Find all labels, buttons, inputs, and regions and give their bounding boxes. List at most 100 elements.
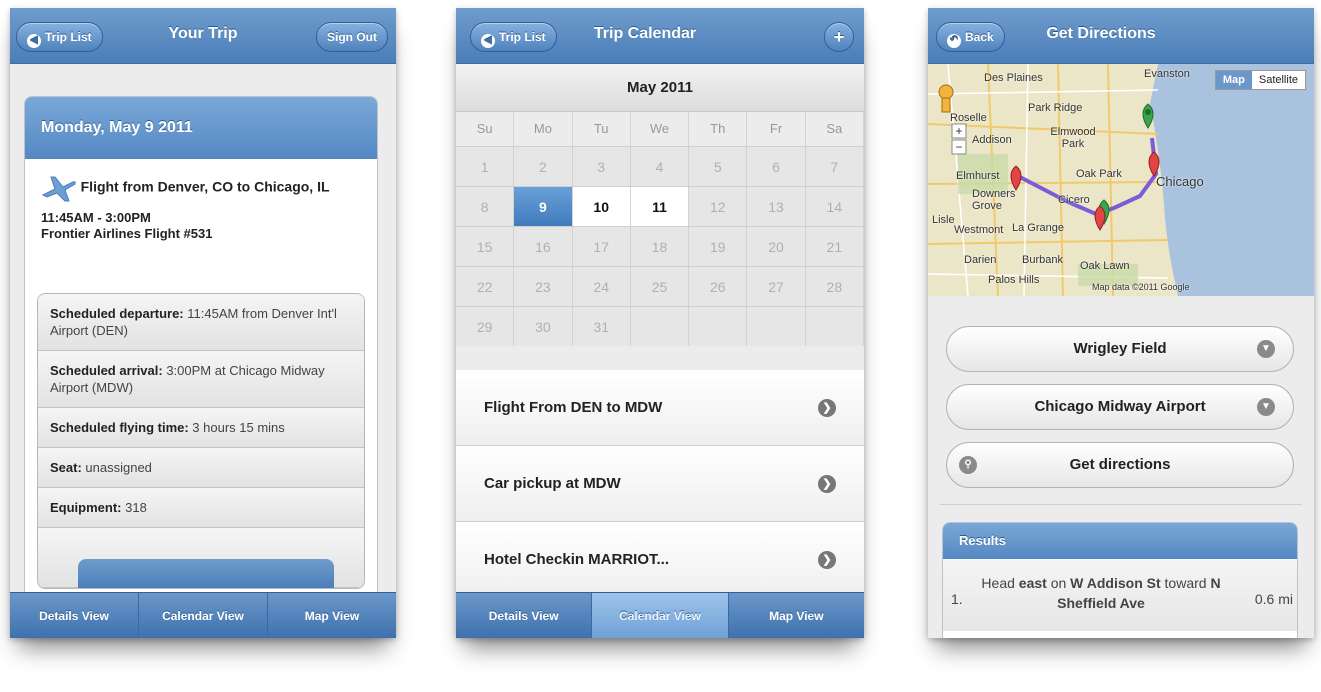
calendar-day[interactable]: 27 bbox=[747, 267, 806, 306]
calendar-day[interactable]: 29 bbox=[456, 307, 515, 346]
destination-select[interactable]: Chicago Midway Airport ▼ bbox=[946, 384, 1294, 430]
calendar-day[interactable]: 3 bbox=[572, 147, 631, 186]
bottom-tab-bar: Details View Calendar View Map View bbox=[456, 592, 864, 638]
event-item[interactable]: Flight From DEN to MDW ❯ bbox=[456, 370, 864, 446]
calendar-day[interactable]: 18 bbox=[630, 227, 690, 266]
map-label: Evanston bbox=[1144, 68, 1190, 80]
map-label: Westmont bbox=[954, 224, 1004, 236]
calendar-day[interactable]: 22 bbox=[456, 267, 515, 306]
detail-seat: Seat: unassigned bbox=[38, 448, 364, 488]
event-label: Car pickup at MDW bbox=[484, 475, 621, 492]
calendar-day[interactable]: 1 bbox=[456, 147, 515, 186]
page-title: Trip Calendar bbox=[593, 25, 697, 42]
calendar-day[interactable]: 20 bbox=[747, 227, 806, 266]
calendar-day[interactable]: 21 bbox=[805, 227, 864, 266]
origin-select[interactable]: Wrigley Field ▼ bbox=[946, 326, 1294, 372]
calendar-week: 1234567 bbox=[456, 146, 864, 186]
action-buttons[interactable] bbox=[78, 559, 334, 588]
event-label: Hotel Checkin MARRIOT... bbox=[484, 551, 670, 568]
tab-calendar-view[interactable]: Calendar View bbox=[592, 593, 729, 638]
calendar-day[interactable]: 5 bbox=[689, 147, 748, 186]
calendar-day[interactable]: 31 bbox=[572, 307, 631, 346]
event-item[interactable]: Car pickup at MDW ❯ bbox=[456, 446, 864, 522]
results-panel: Results 1. Head east on W Addison St tow… bbox=[942, 522, 1298, 638]
chevron-right-icon: ❯ bbox=[818, 475, 836, 493]
calendar-day[interactable]: 25 bbox=[630, 267, 690, 306]
bottom-tab-bar: Details View Calendar View Map View bbox=[10, 592, 396, 638]
calendar-day[interactable]: 4 bbox=[630, 147, 690, 186]
tab-details-view[interactable]: Details View bbox=[10, 593, 139, 638]
detail-label: Scheduled flying time: bbox=[50, 420, 189, 435]
calendar-day[interactable]: 6 bbox=[747, 147, 806, 186]
calendar-day[interactable]: 24 bbox=[572, 267, 631, 306]
calendar-day[interactable]: 15 bbox=[456, 227, 515, 266]
trip-date: Monday, May 9 2011 bbox=[25, 97, 377, 159]
destination-value: Chicago Midway Airport bbox=[1034, 398, 1206, 415]
route-map[interactable]: + − Map Satellite Des Plaines Evanston P… bbox=[928, 64, 1314, 296]
map-label: Roselle bbox=[950, 112, 987, 124]
step-text: Head bbox=[981, 575, 1019, 591]
sign-out-button[interactable]: Sign Out bbox=[316, 22, 388, 52]
calendar-weeks: 1 2 3 4 5 6 7 8 9 10 11 12 13 14 15 16 17 18 19 20 21 22 23 24 2… bbox=[456, 146, 864, 346]
calendar-day[interactable]: 2 bbox=[514, 147, 573, 186]
step-text: toward bbox=[1160, 575, 1211, 591]
map-label: Lisle bbox=[932, 214, 955, 226]
map-label: Downers Grove bbox=[972, 188, 1016, 212]
tab-map-view[interactable]: Map View bbox=[268, 593, 396, 638]
map-label: Des Plaines bbox=[984, 72, 1043, 84]
map-label: Park Ridge bbox=[1028, 102, 1083, 114]
calendar-empty-cell bbox=[630, 307, 690, 346]
map-label: Palos Hills bbox=[988, 274, 1040, 286]
your-trip-screen: ◀ Trip List Your Trip Sign Out Monday, Ma… bbox=[10, 8, 396, 638]
calendar-empty-cell bbox=[689, 307, 748, 346]
calendar-day[interactable]: 7 bbox=[805, 147, 864, 186]
calendar-day[interactable]: 19 bbox=[689, 227, 748, 266]
get-directions-button[interactable]: ⚲ Get directions bbox=[946, 442, 1294, 488]
calendar-day[interactable]: 13 bbox=[747, 187, 806, 226]
header-bar: ◀ Trip List Trip Calendar + bbox=[456, 8, 864, 64]
tab-map-view[interactable]: Map View bbox=[729, 593, 864, 638]
calendar-month: May 2011 bbox=[456, 64, 864, 112]
airplane-icon bbox=[41, 173, 77, 203]
chevron-down-icon: ▼ bbox=[1257, 398, 1275, 416]
flight-details-list: Scheduled departure: 11:45AM from Denver… bbox=[37, 293, 365, 589]
tab-details-view[interactable]: Details View bbox=[456, 593, 593, 638]
satellite-button[interactable]: Satellite bbox=[1252, 71, 1305, 89]
svg-text:−: − bbox=[955, 140, 962, 154]
step-street: W Addison St bbox=[1070, 575, 1161, 591]
calendar-day[interactable]: 28 bbox=[805, 267, 864, 306]
calendar-empty-cell bbox=[747, 307, 806, 346]
map-button[interactable]: Map bbox=[1215, 71, 1252, 89]
calendar-day[interactable]: 30 bbox=[514, 307, 573, 346]
calendar-day[interactable]: 12 bbox=[689, 187, 748, 226]
step-number: 1. bbox=[951, 591, 963, 607]
calendar-week: 15 16 17 18 19 20 21 bbox=[456, 226, 864, 266]
weekday-label: Su bbox=[456, 112, 515, 146]
calendar-grid: Su Mo Tu We Th Fr Sa 1 2 3 4 5 6 7 8 9 10 11 12 13 14… bbox=[456, 112, 864, 346]
tab-calendar-view[interactable]: Calendar View bbox=[139, 593, 268, 638]
calendar-day[interactable]: 10 bbox=[572, 187, 631, 226]
flight-time: 11:45AM - 3:00PM bbox=[41, 210, 151, 225]
calendar-day[interactable]: 8 bbox=[456, 187, 515, 226]
calendar-day[interactable]: 9 bbox=[514, 187, 573, 226]
calendar-day[interactable]: 14 bbox=[805, 187, 864, 226]
origin-value: Wrigley Field bbox=[1073, 340, 1167, 357]
calendar-day[interactable]: 23 bbox=[514, 267, 573, 306]
calendar-day[interactable]: 11 bbox=[630, 187, 690, 226]
map-label: Addison bbox=[972, 134, 1012, 146]
detail-equipment: Equipment: 318 bbox=[38, 488, 364, 528]
get-directions-screen: ↶Back Get Directions + − Map Satellite bbox=[928, 8, 1314, 638]
weekday-label: Tu bbox=[573, 112, 631, 146]
header-bar: ↶ Back Get Directions bbox=[928, 8, 1314, 64]
header-bar: ◀ Trip List Your Trip Sign Out bbox=[10, 8, 396, 64]
detail-value: unassigned bbox=[81, 460, 152, 475]
map-type-toggle: Map Satellite bbox=[1214, 70, 1306, 90]
event-item[interactable]: Hotel Checkin MARRIOT... ❯ bbox=[456, 522, 864, 598]
calendar-day[interactable]: 17 bbox=[572, 227, 631, 266]
add-icon[interactable]: + bbox=[824, 22, 854, 52]
calendar-day[interactable]: 16 bbox=[514, 227, 573, 266]
get-directions-label: Get directions bbox=[1069, 456, 1171, 473]
page-title: Get Directions bbox=[1046, 25, 1156, 42]
calendar-day[interactable]: 26 bbox=[689, 267, 748, 306]
direction-step[interactable]: 1. Head east on W Addison St toward N Sh… bbox=[943, 559, 1297, 631]
